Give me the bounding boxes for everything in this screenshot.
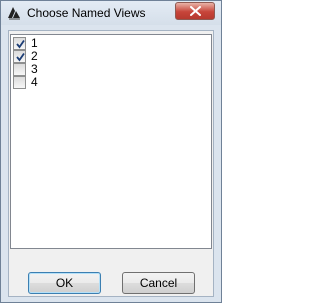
view-label: 1: [31, 36, 38, 50]
named-views-list[interactable]: 1 2 3 4: [10, 34, 212, 249]
list-item[interactable]: 3: [11, 62, 211, 76]
view-checkbox-3[interactable]: [13, 63, 26, 76]
list-item[interactable]: 1: [11, 36, 211, 50]
dialog-body: 1 2 3 4 OK Cancel: [8, 30, 214, 297]
close-icon: [190, 6, 201, 16]
list-item[interactable]: 2: [11, 49, 211, 63]
view-checkbox-1[interactable]: [13, 37, 26, 50]
list-item[interactable]: 4: [11, 75, 211, 89]
check-mark-icon: [16, 39, 25, 49]
check-mark-icon: [16, 52, 25, 62]
view-label: 3: [31, 62, 38, 76]
app-logo-icon: [6, 5, 22, 21]
cancel-button[interactable]: Cancel: [122, 272, 195, 294]
view-label: 2: [31, 49, 38, 63]
view-label: 4: [31, 75, 38, 89]
view-checkbox-4[interactable]: [13, 76, 26, 89]
title-bar[interactable]: Choose Named Views: [1, 1, 221, 25]
window-title: Choose Named Views: [27, 6, 146, 20]
close-button[interactable]: [175, 2, 215, 20]
dialog-window: Choose Named Views 1 2 3 4 OK Cancel: [0, 0, 222, 303]
ok-button[interactable]: OK: [28, 272, 101, 294]
view-checkbox-2[interactable]: [13, 50, 26, 63]
